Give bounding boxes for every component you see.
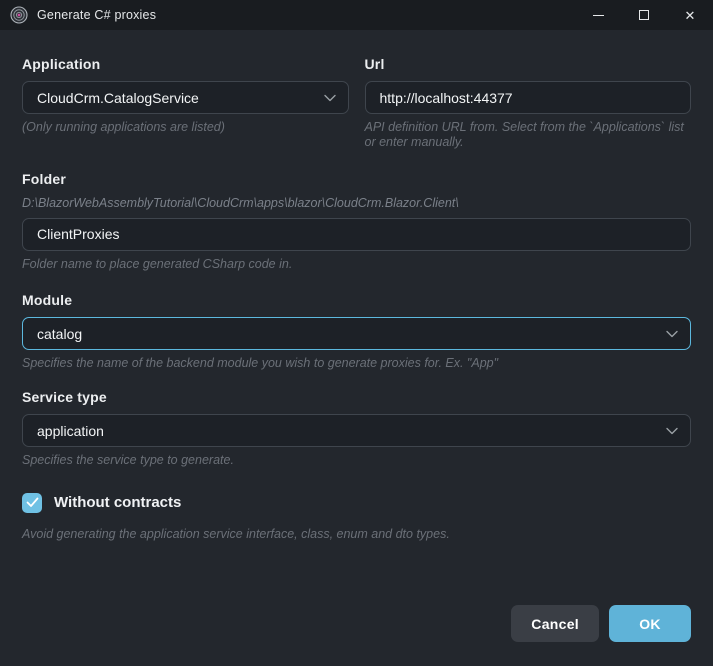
service-type-group: Service type application Specifies the s… <box>22 389 691 468</box>
application-selected-value: CloudCrm.CatalogService <box>37 90 316 106</box>
cancel-button[interactable]: Cancel <box>511 605 599 642</box>
maximize-icon[interactable] <box>621 0 667 30</box>
without-contracts-group: Without contracts Avoid generating the a… <box>22 493 691 542</box>
dialog-content: Application CloudCrm.CatalogService (Onl… <box>0 30 713 666</box>
service-type-label: Service type <box>22 389 691 405</box>
chevron-down-icon <box>324 94 336 102</box>
module-group: Module catalog Specifies the name of the… <box>22 292 691 371</box>
titlebar: Generate C# proxies ✕ <box>0 0 713 30</box>
without-contracts-label: Without contracts <box>54 494 181 511</box>
generate-proxies-dialog: Generate C# proxies ✕ Application CloudC… <box>0 0 713 666</box>
service-type-select[interactable]: application <box>22 414 691 447</box>
module-selected-value: catalog <box>37 326 658 342</box>
window-title: Generate C# proxies <box>37 8 156 22</box>
without-contracts-hint: Avoid generating the application service… <box>22 527 691 542</box>
folder-hint: Folder name to place generated CSharp co… <box>22 257 691 272</box>
chevron-down-icon <box>666 330 678 338</box>
folder-group: Folder D:\BlazorWebAssemblyTutorial\Clou… <box>22 171 691 272</box>
dialog-footer: Cancel OK <box>22 605 691 642</box>
module-hint: Specifies the name of the backend module… <box>22 356 691 371</box>
module-label: Module <box>22 292 691 308</box>
url-hint: API definition URL from. Select from the… <box>365 120 692 151</box>
check-icon <box>22 493 42 513</box>
without-contracts-checkbox[interactable]: Without contracts <box>22 493 691 513</box>
folder-label: Folder <box>22 171 691 187</box>
close-icon[interactable]: ✕ <box>667 0 713 30</box>
url-input[interactable] <box>365 81 692 114</box>
url-group: Url API definition URL from. Select from… <box>365 56 692 151</box>
service-type-selected-value: application <box>37 423 658 439</box>
url-label: Url <box>365 56 692 72</box>
application-hint: (Only running applications are listed) <box>22 120 349 135</box>
ok-button[interactable]: OK <box>609 605 691 642</box>
application-group: Application CloudCrm.CatalogService (Onl… <box>22 56 349 151</box>
minimize-icon[interactable] <box>575 0 621 30</box>
module-select[interactable]: catalog <box>22 317 691 350</box>
chevron-down-icon <box>666 427 678 435</box>
abp-logo-icon <box>10 6 28 24</box>
application-select[interactable]: CloudCrm.CatalogService <box>22 81 349 114</box>
folder-path: D:\BlazorWebAssemblyTutorial\CloudCrm\ap… <box>22 196 691 211</box>
folder-input[interactable] <box>22 218 691 251</box>
service-type-hint: Specifies the service type to generate. <box>22 453 691 468</box>
application-label: Application <box>22 56 349 72</box>
